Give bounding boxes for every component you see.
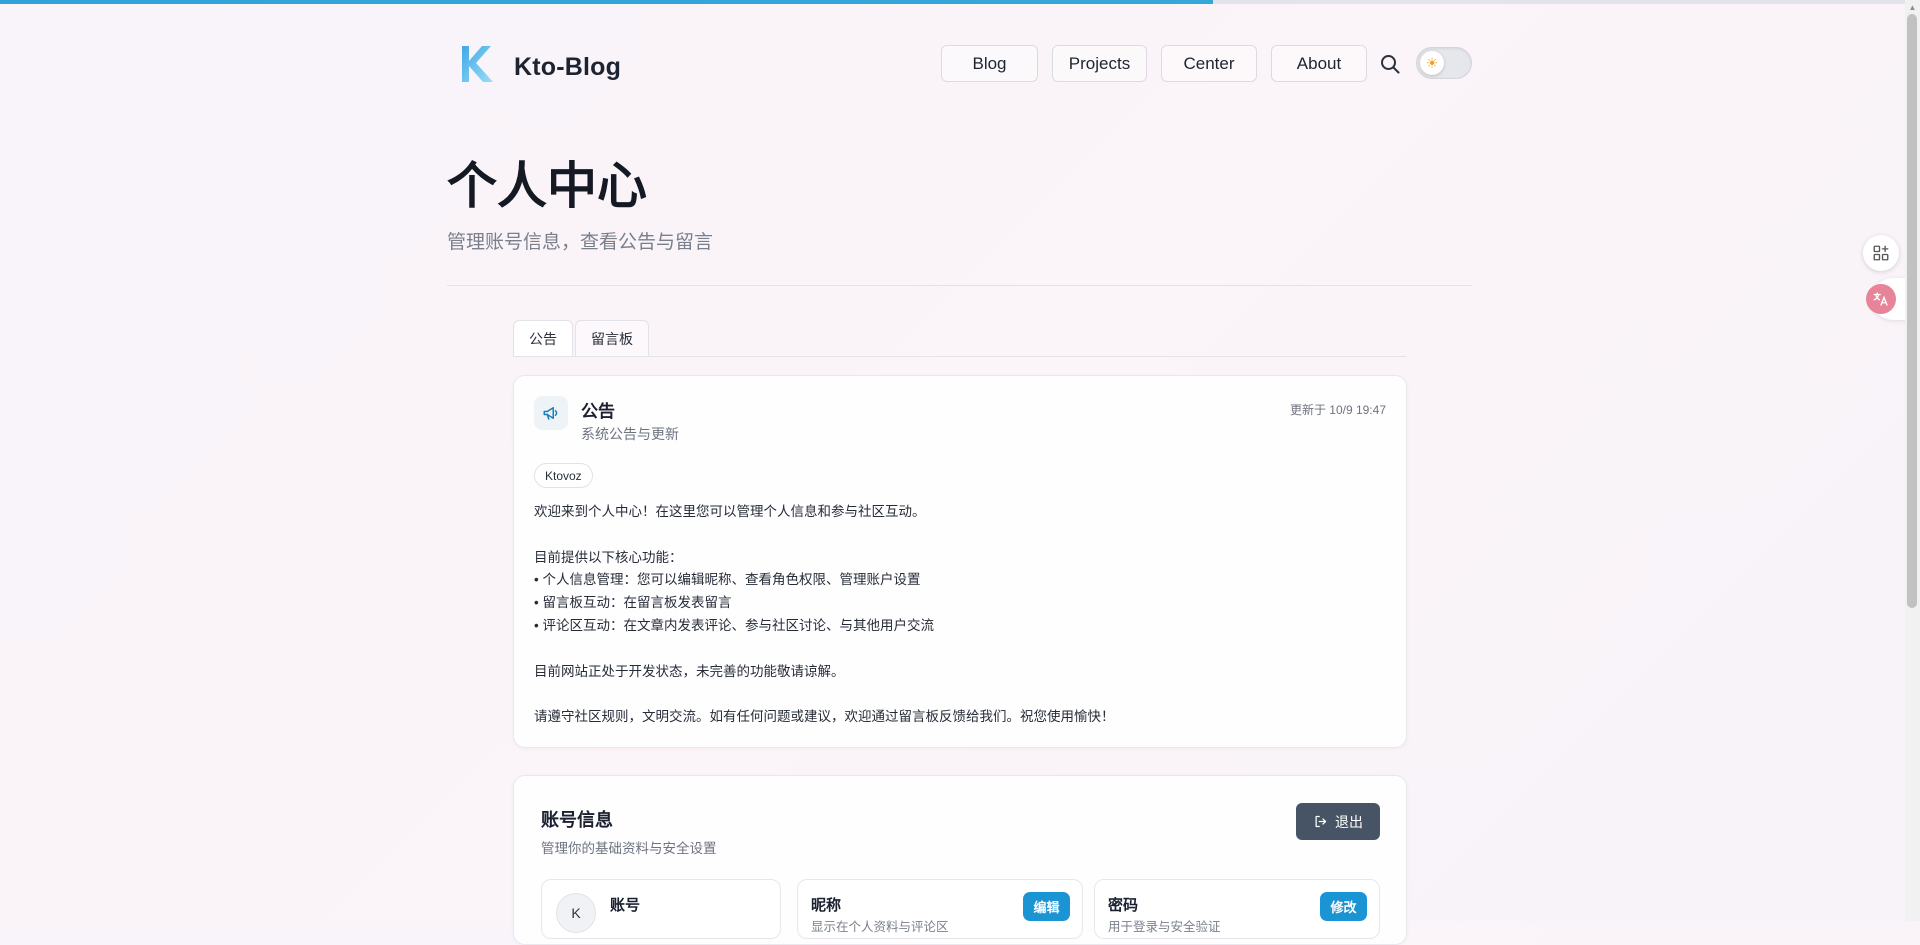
logout-label: 退出 bbox=[1335, 813, 1363, 830]
announcement-body: 欢迎来到个人中心！在这里您可以管理个人信息和参与社区互动。 目前提供以下核心功能… bbox=[534, 501, 1384, 729]
site-logo[interactable] bbox=[458, 44, 498, 84]
tab-message-board[interactable]: 留言板 bbox=[575, 320, 649, 356]
translate-icon[interactable] bbox=[1866, 284, 1896, 314]
avatar: K bbox=[556, 893, 596, 933]
announcement-line: 欢迎来到个人中心！在这里您可以管理个人信息和参与社区互动。 bbox=[534, 504, 926, 519]
account-id-card: K 账号 bbox=[541, 879, 781, 939]
account-subtitle: 管理你的基础资料与安全设置 bbox=[541, 841, 717, 856]
page-subtitle: 管理账号信息，查看公告与留言 bbox=[447, 232, 714, 253]
sun-icon: ☀ bbox=[1420, 51, 1444, 75]
center-tabs: 公告 留言板 bbox=[513, 320, 649, 356]
divider bbox=[447, 285, 1472, 286]
announcement-line: 目前提供以下核心功能： bbox=[534, 549, 683, 565]
account-card: 账号信息 管理你的基础资料与安全设置 退出 K 账号 昵称 显示在个人资料与评论… bbox=[513, 775, 1407, 945]
reading-progress-bar bbox=[0, 0, 1214, 4]
announcement-line bbox=[534, 638, 1384, 661]
announcement-card: 公告 系统公告与更新 更新于 10/9 19:47 Ktovoz 欢迎来到个人中… bbox=[513, 375, 1407, 748]
nickname-card: 昵称 显示在个人资料与评论区 编辑 bbox=[797, 879, 1083, 939]
nickname-label: 昵称 bbox=[811, 897, 842, 914]
nickname-description: 显示在个人资料与评论区 bbox=[811, 920, 949, 934]
password-label: 密码 bbox=[1108, 897, 1139, 914]
password-card: 密码 用于登录与安全验证 修改 bbox=[1094, 879, 1380, 939]
tab-announcement[interactable]: 公告 bbox=[513, 320, 573, 356]
nav-blog[interactable]: Blog bbox=[941, 45, 1038, 82]
announcement-line: 请遵守社区规则，文明交流。如有任何问题或建议，欢迎通过留言板反馈给我们。祝您使用… bbox=[534, 709, 1115, 725]
tab-underline bbox=[513, 356, 1406, 357]
nav-about[interactable]: About bbox=[1271, 45, 1367, 82]
logout-button[interactable]: 退出 bbox=[1296, 803, 1380, 840]
announcement-updated-time: 更新于 10/9 19:47 bbox=[1289, 403, 1386, 417]
author-chip: Ktovoz bbox=[534, 463, 593, 488]
apps-plus-icon[interactable] bbox=[1863, 235, 1899, 271]
search-icon[interactable] bbox=[1378, 52, 1402, 76]
main-nav: Blog Projects Center About bbox=[941, 45, 1367, 82]
site-title[interactable]: Kto-Blog bbox=[514, 53, 621, 82]
announcement-line: • 留言板互动：在留言板发表留言 bbox=[534, 595, 732, 611]
scrollbar-thumb[interactable] bbox=[1907, 14, 1917, 608]
announcement-title: 公告 bbox=[581, 402, 615, 421]
change-password-button[interactable]: 修改 bbox=[1320, 892, 1367, 921]
logout-icon bbox=[1315, 815, 1327, 828]
announcement-line: • 个人信息管理：您可以编辑昵称、查看角色权限、管理账户设置 bbox=[534, 572, 921, 588]
theme-toggle[interactable]: ☀ bbox=[1416, 47, 1472, 79]
nav-center[interactable]: Center bbox=[1161, 45, 1257, 82]
nav-projects[interactable]: Projects bbox=[1052, 45, 1147, 82]
password-description: 用于登录与安全验证 bbox=[1108, 920, 1221, 934]
account-title: 账号信息 bbox=[541, 810, 613, 830]
site-header: Kto-Blog Blog Projects Center About ☀ bbox=[447, 36, 1472, 96]
edit-nickname-button[interactable]: 编辑 bbox=[1023, 892, 1070, 921]
announcement-line: 目前网站正处于开发状态，未完善的功能敬请谅解。 bbox=[534, 663, 845, 679]
page-title: 个人中心 bbox=[447, 158, 647, 214]
announcement-line bbox=[534, 524, 1384, 547]
account-label: 账号 bbox=[610, 897, 641, 914]
announcement-subtitle: 系统公告与更新 bbox=[581, 426, 679, 442]
announcement-line: • 评论区互动：在文章内发表评论、参与社区讨论、与其他用户交流 bbox=[534, 617, 934, 633]
megaphone-icon bbox=[534, 396, 568, 430]
scroll-up-arrow[interactable]: ▲ bbox=[1905, 0, 1920, 14]
announcement-line bbox=[534, 683, 1384, 706]
